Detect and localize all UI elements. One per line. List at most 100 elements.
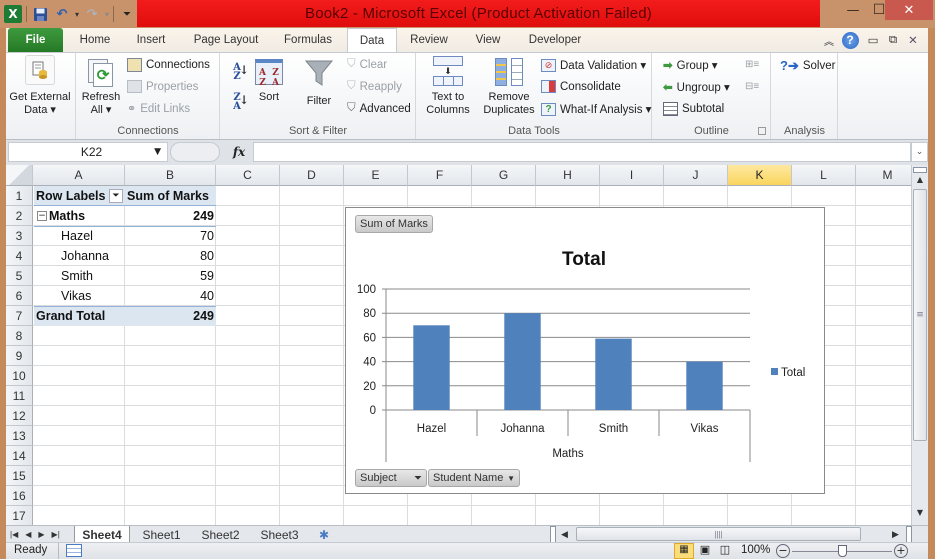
solver-button[interactable]: ?➔ Solver [780, 58, 835, 74]
group-button[interactable]: ➡ Group ▾ [663, 58, 718, 72]
collapse-ribbon-icon[interactable]: ︽ [820, 28, 838, 52]
remove-duplicates-button[interactable]: Remove Duplicates [479, 56, 539, 117]
close-window-button[interactable]: ✕ [885, 0, 933, 20]
save-icon[interactable] [31, 5, 49, 23]
zoom-out-button[interactable]: − [776, 544, 790, 558]
text-to-columns-button[interactable]: ⬇ Text to Columns [419, 56, 477, 117]
row-header-9[interactable]: 9 [6, 346, 33, 366]
get-external-data-button[interactable]: Get External Data ▾ [9, 55, 71, 117]
expand-formula-bar-button[interactable]: ⌄ [911, 142, 928, 162]
minimize-workbook-icon[interactable]: ▭ [864, 28, 882, 52]
zoom-slider-thumb[interactable] [837, 545, 847, 557]
column-header-k[interactable]: K [728, 165, 792, 186]
row-header-15[interactable]: 15 [6, 466, 33, 486]
prev-sheet-icon[interactable]: ◀ [25, 530, 31, 539]
tab-formulas[interactable]: Formulas [276, 28, 340, 52]
tab-split-handle[interactable] [550, 526, 556, 543]
first-sheet-icon[interactable]: |◀ [10, 530, 18, 539]
properties-button[interactable]: Properties [127, 80, 198, 93]
column-header-e[interactable]: E [344, 165, 408, 186]
tab-page-layout[interactable]: Page Layout [186, 28, 266, 52]
row-header-12[interactable]: 12 [6, 406, 33, 426]
column-header-b[interactable]: B [125, 165, 216, 186]
tab-review[interactable]: Review [404, 28, 454, 52]
column-header-l[interactable]: L [792, 165, 856, 186]
column-header-c[interactable]: C [216, 165, 280, 186]
row-header-13[interactable]: 13 [6, 426, 33, 446]
clear-filter-button[interactable]: ⛉ Clear [347, 58, 387, 71]
tab-home[interactable]: Home [72, 28, 118, 52]
connections-button[interactable]: Connections [127, 58, 210, 72]
ungroup-button[interactable]: ⬅ Ungroup ▾ [663, 80, 730, 94]
normal-view-button[interactable]: ▦ [674, 543, 694, 559]
student-name-field-button[interactable]: Student Name ▼ [428, 469, 520, 487]
row-header-14[interactable]: 14 [6, 446, 33, 466]
split-handle[interactable] [913, 167, 927, 173]
subject-field-button[interactable]: Subject ⏷ [355, 469, 427, 487]
select-all-button[interactable] [6, 165, 33, 186]
data-validation-button[interactable]: ⊘ Data Validation ▾ [541, 58, 646, 72]
tab-view[interactable]: View [464, 28, 512, 52]
edit-links-button[interactable]: ⚭ Edit Links [127, 102, 190, 116]
column-header-m[interactable]: M [856, 165, 911, 186]
scroll-left-arrow-icon[interactable]: ◀ [561, 526, 573, 543]
excel-app-icon[interactable]: X [4, 5, 22, 23]
tab-developer[interactable]: Developer [520, 28, 590, 52]
redo-icon[interactable]: ↷ [83, 5, 101, 23]
sort-a-to-z-button[interactable]: A Z ↓ [227, 63, 249, 82]
customize-toolbar-icon[interactable]: ⏷ [118, 5, 136, 23]
page-break-view-button[interactable]: ◫ [716, 543, 734, 559]
row-header-5[interactable]: 5 [6, 266, 33, 286]
insert-worksheet-icon[interactable]: ✱ [312, 526, 336, 543]
tab-file[interactable]: File [8, 28, 63, 52]
column-header-d[interactable]: D [280, 165, 344, 186]
zoom-in-button[interactable]: + [894, 544, 908, 558]
column-header-i[interactable]: I [600, 165, 664, 186]
sort-button[interactable]: AZZA Sort [251, 59, 287, 104]
outline-dialog-launcher-icon[interactable] [758, 127, 766, 135]
column-header-h[interactable]: H [536, 165, 600, 186]
column-header-a[interactable]: A [33, 165, 125, 186]
next-sheet-icon[interactable]: ▶ [38, 530, 44, 539]
bar-johanna[interactable] [504, 313, 541, 410]
bar-smith[interactable] [595, 338, 632, 410]
split-handle-right[interactable] [906, 526, 912, 543]
restore-workbook-icon[interactable]: ⧉ [884, 28, 902, 52]
collapse-maths-icon[interactable]: − [37, 211, 47, 221]
tab-data[interactable]: Data [347, 28, 397, 52]
row-header-2[interactable]: 2 [6, 206, 33, 226]
row-header-11[interactable]: 11 [6, 386, 33, 406]
row-header-10[interactable]: 10 [6, 366, 33, 386]
filter-button[interactable]: Filter [301, 59, 337, 108]
sheet-tab-active[interactable]: Sheet4 [74, 526, 130, 543]
close-workbook-icon[interactable]: ✕ [904, 28, 922, 52]
vertical-scrollbar[interactable]: ▲ ≡ ▼ [911, 165, 928, 525]
scroll-thumb[interactable]: ≡ [913, 189, 927, 441]
page-layout-view-button[interactable]: ▣ [696, 543, 714, 559]
reapply-filter-button[interactable]: ⛉ Reapply [347, 80, 402, 93]
tab-insert[interactable]: Insert [126, 28, 176, 52]
advanced-filter-button[interactable]: ⛉ Advanced [347, 102, 411, 115]
row-header-17[interactable]: 17 [6, 506, 33, 525]
row-header-1[interactable]: 1 [6, 186, 33, 206]
sheet-tab[interactable]: Sheet1 [134, 526, 189, 543]
row-header-4[interactable]: 4 [6, 246, 33, 266]
undo-icon[interactable]: ↶ [53, 5, 71, 23]
row-header-7[interactable]: 7 [6, 306, 33, 326]
show-detail-button[interactable]: ⊞≡ [745, 59, 759, 70]
help-icon[interactable]: ? [840, 28, 860, 52]
zoom-level[interactable]: 100% [741, 544, 770, 556]
name-box-dropdown-icon[interactable]: ▼ [154, 147, 161, 157]
insert-function-button[interactable]: fx [228, 142, 250, 162]
row-header-8[interactable]: 8 [6, 326, 33, 346]
undo-dropdown-icon[interactable]: ▾ [75, 10, 79, 19]
hide-detail-button[interactable]: ⊟≡ [745, 81, 759, 92]
scroll-right-arrow-icon[interactable]: ▶ [892, 526, 904, 543]
bar-hazel[interactable] [413, 325, 450, 410]
row-header-6[interactable]: 6 [6, 286, 33, 306]
formula-input[interactable] [253, 142, 911, 162]
last-sheet-icon[interactable]: ▶| [52, 530, 60, 539]
column-header-g[interactable]: G [472, 165, 536, 186]
name-box[interactable]: K22 ▼ [8, 142, 168, 162]
sheet-tab[interactable]: Sheet3 [252, 526, 307, 543]
